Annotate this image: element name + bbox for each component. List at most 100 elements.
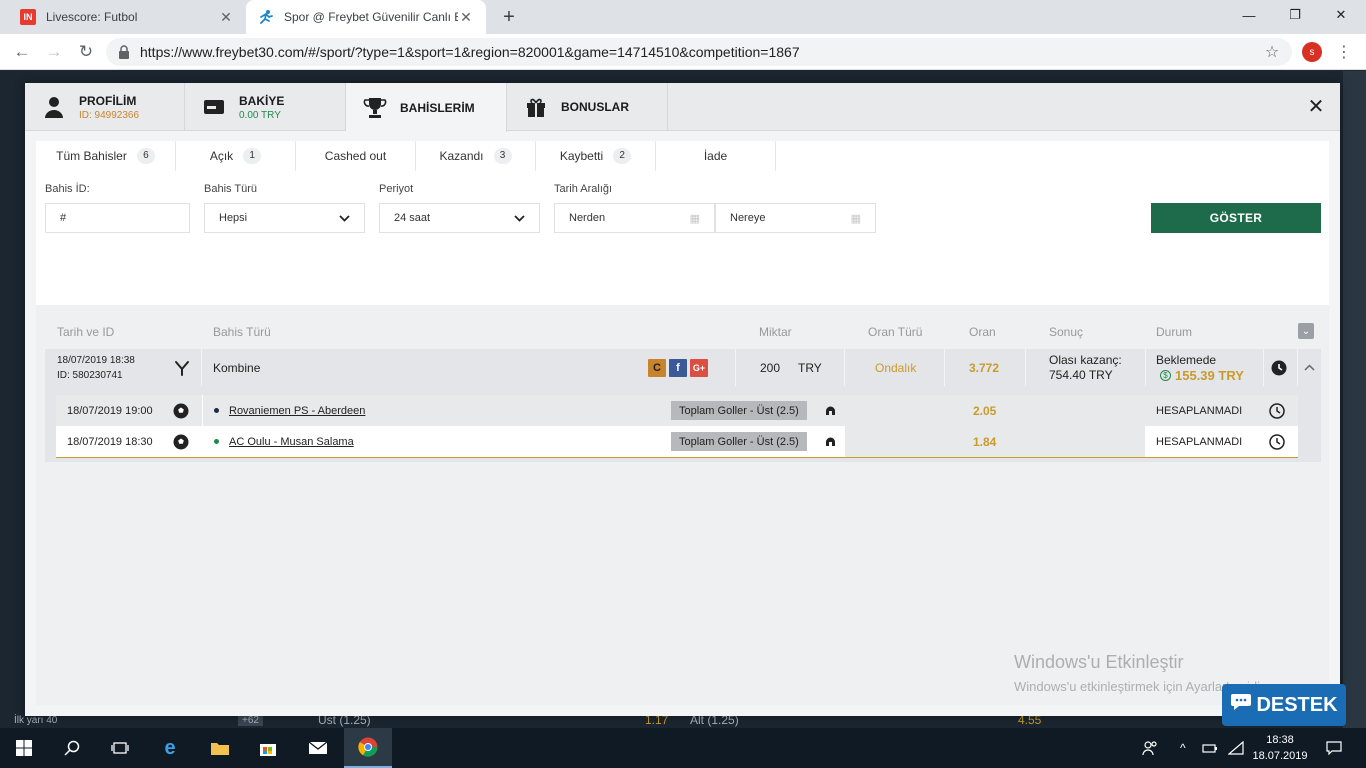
status-tab-lost[interactable]: Kaybetti 2 [536, 141, 656, 171]
task-view-icon[interactable] [96, 728, 144, 768]
selection-status: HESAPLANMADI [1156, 435, 1243, 448]
profile-id: ID: 94992366 [79, 109, 140, 121]
tab-bonuses[interactable]: BONUSLAR [507, 83, 668, 131]
stats-icon[interactable] [816, 426, 844, 457]
chrome-icon[interactable] [344, 728, 392, 768]
browser-tab-freybet[interactable]: Spor @ Freybet Güvenilir Canlı B ✕ [246, 0, 486, 34]
filters-panel: Tüm Bahisler 6 Açık 1 Cashed out Kazandı… [36, 141, 1329, 313]
close-icon[interactable]: ✕ [218, 9, 234, 26]
freybet-runner-icon [258, 9, 274, 25]
status-tab-won[interactable]: Kazandı 3 [416, 141, 536, 171]
selection-odds: 2.05 [973, 403, 997, 418]
people-icon[interactable] [1142, 728, 1158, 768]
share-link-icon[interactable]: C [648, 358, 666, 377]
bet-row[interactable]: 18/07/2019 18:38 ID: 580230741 Kombine C… [45, 349, 1321, 386]
window-minimize-button[interactable]: — [1226, 0, 1272, 30]
period-select[interactable]: 24 saat [379, 203, 540, 233]
file-explorer-icon[interactable] [196, 728, 244, 768]
watermark-title: Windows'u Etkinleştir [1014, 652, 1184, 672]
store-icon[interactable] [244, 728, 292, 768]
clock-icon [1269, 426, 1285, 457]
cashout-amount[interactable]: $ 155.39 TRY [1156, 368, 1244, 383]
stats-icon[interactable] [816, 395, 844, 426]
browser-tab-livescore[interactable]: IN Livescore: Futbol ✕ [8, 0, 246, 34]
status-tab-all[interactable]: Tüm Bahisler 6 [36, 141, 176, 171]
status-tab-refund[interactable]: İade [656, 141, 776, 171]
tab-profile[interactable]: PROFİLİM ID: 94992366 [25, 83, 185, 131]
mail-icon[interactable] [294, 728, 342, 768]
bet-id-label: Bahis İD: [45, 183, 90, 195]
tray-chevron-icon[interactable]: ^ [1180, 728, 1186, 768]
show-button[interactable]: GÖSTER [1151, 203, 1321, 233]
close-icon[interactable]: ✕ [458, 9, 474, 26]
my-bets-modal: PROFİLİM ID: 94992366 BAKİYE 0.00 TRY BA… [25, 83, 1340, 716]
status-tab-cashed-out[interactable]: Cashed out [296, 141, 416, 171]
tab-balance[interactable]: BAKİYE 0.00 TRY [185, 83, 346, 131]
url-text[interactable]: https://www.freybet30.com/#/sport/?type=… [140, 44, 1260, 60]
page-scrollbar[interactable] [1343, 71, 1366, 728]
collapse-chevron-icon[interactable] [1301, 349, 1317, 386]
selection-date: 18/07/2019 19:00 [67, 404, 153, 417]
back-arrow-icon[interactable]: ← [10, 40, 34, 64]
new-tab-button[interactable]: + [498, 6, 520, 29]
user-icon [41, 94, 67, 120]
selection-row: 18/07/2019 18:30 AC Oulu - Musan Salama … [56, 426, 1298, 457]
soccer-ball-icon [173, 395, 189, 426]
browser-tab-strip: IN Livescore: Futbol ✕ Spor @ Freybet Gü… [0, 0, 1366, 34]
address-bar[interactable]: https://www.freybet30.com/#/sport/?type=… [106, 38, 1292, 66]
bet-type-select[interactable]: Hepsi [204, 203, 365, 233]
date-from-input[interactable]: Nerden ▦ [554, 203, 715, 233]
calendar-icon: ▦ [850, 212, 861, 225]
facebook-icon[interactable]: f [669, 358, 687, 377]
browser-toolbar: ← → ↻ https://www.freybet30.com/#/sport/… [0, 34, 1366, 70]
system-clock[interactable]: 18:38 18.07.2019 [1252, 732, 1308, 764]
status-tab-count: 6 [136, 148, 155, 164]
windows-start-icon[interactable] [0, 728, 48, 768]
bg-text: +62 [238, 715, 263, 726]
window-maximize-button[interactable]: ❐ [1272, 0, 1318, 30]
date-from-value: Nerden [569, 212, 606, 224]
tab-title: BAHİSLERİM [400, 100, 475, 115]
table-header: Tarih ve ID Bahis Türü Miktar Oran Türü … [45, 313, 1321, 349]
browser-menu-icon[interactable]: ⋮ [1334, 42, 1354, 62]
reload-icon[interactable]: ↻ [74, 40, 98, 64]
match-link[interactable]: Rovaniemen PS - Aberdeen [229, 405, 365, 417]
chevron-down-icon [339, 211, 350, 225]
market-tag: Toplam Goller - Üst (2.5) [671, 432, 807, 451]
header-amount: Miktar [759, 325, 792, 339]
edge-browser-icon[interactable]: e [146, 728, 194, 768]
windows-taskbar: e ^ 18:38 18.07.2019 [0, 728, 1366, 768]
search-icon[interactable] [48, 728, 96, 768]
selection-dot [214, 408, 219, 413]
tab-my-bets[interactable]: BAHİSLERİM [346, 83, 507, 132]
status-tab-open[interactable]: Açık 1 [176, 141, 296, 171]
header-status: Durum [1156, 325, 1193, 339]
forward-arrow-icon[interactable]: → [42, 40, 66, 64]
selection-match[interactable]: AC Oulu - Musan Salama [214, 426, 354, 457]
header-bet-type: Bahis Türü [213, 325, 271, 339]
selection-match[interactable]: Rovaniemen PS - Aberdeen [214, 395, 365, 426]
header-odds-type: Oran Türü [868, 325, 923, 339]
gift-icon [523, 94, 549, 120]
battery-icon[interactable] [1202, 728, 1218, 768]
tab-title: BAKİYE [239, 93, 285, 108]
match-link[interactable]: AC Oulu - Musan Salama [229, 436, 354, 448]
close-icon[interactable]: ✕ [1305, 96, 1327, 118]
date-to-input[interactable]: Nereye ▦ [715, 203, 876, 233]
bet-type-value: Hepsi [219, 212, 248, 224]
window-close-button[interactable]: ✕ [1318, 0, 1364, 30]
bookmark-star-icon[interactable]: ☆ [1260, 42, 1284, 62]
profile-avatar[interactable]: s [1302, 42, 1322, 62]
notification-icon[interactable] [1326, 728, 1342, 768]
support-button[interactable]: DESTEK [1222, 684, 1346, 726]
bet-odds: 3.772 [969, 360, 1000, 375]
selection-odds: 1.84 [973, 434, 997, 449]
expand-all-icon[interactable]: ⌄ [1298, 323, 1314, 339]
tab-title: BONUSLAR [561, 100, 629, 114]
wifi-icon[interactable] [1228, 728, 1244, 768]
google-plus-icon[interactable]: G+ [690, 358, 708, 377]
possible-win-label: Olası kazanç: [1049, 352, 1122, 367]
bet-id: ID: 580230741 [57, 369, 123, 381]
bet-id-input[interactable]: # [45, 203, 190, 233]
status-tab-count: 1 [243, 148, 262, 164]
